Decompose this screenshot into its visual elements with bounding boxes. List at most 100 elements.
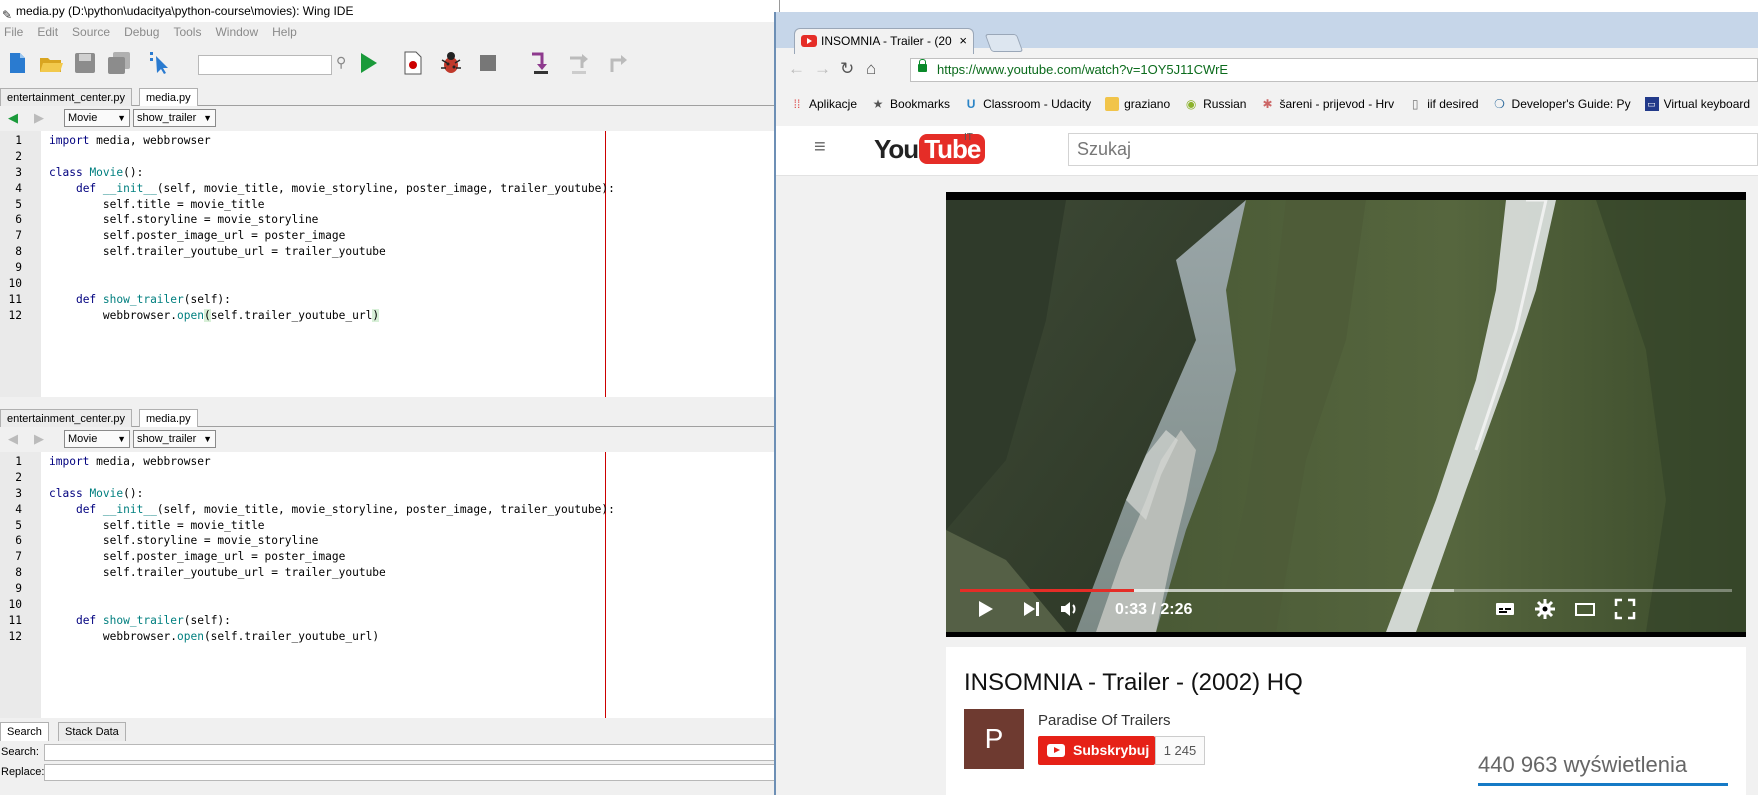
menu-source[interactable]: Source <box>72 22 110 42</box>
channel-name[interactable]: Paradise Of Trailers <box>1038 712 1171 729</box>
tab-search[interactable]: Search <box>0 722 49 741</box>
open-folder-icon[interactable] <box>38 50 64 76</box>
tab-entertainment-center[interactable]: entertainment_center.py <box>0 88 133 107</box>
code-editor-1[interactable]: 1 import media, webbrowser 2 3 class Movie… <box>0 131 779 397</box>
line-number: 9 <box>15 582 22 596</box>
code-text: webbrowser.open(self.trailer_youtube_url… <box>49 308 380 322</box>
search-icon[interactable]: ⚲ <box>336 54 346 71</box>
save-all-icon[interactable] <box>106 50 132 76</box>
nav-forward-icon[interactable]: ▶ <box>34 110 44 126</box>
theater-mode-icon[interactable] <box>1574 598 1596 620</box>
channel-avatar[interactable]: P <box>964 709 1024 769</box>
circle-site-icon: ◉ <box>1185 97 1197 111</box>
youtube-favicon-icon <box>801 35 817 47</box>
bookmark-sareni[interactable]: ✱ šareni - prijevod - Hrv <box>1260 97 1394 111</box>
tab-media-py[interactable]: media.py <box>139 409 198 428</box>
home-icon[interactable]: ⌂ <box>866 59 876 79</box>
line-number: 2 <box>15 149 22 163</box>
bookmark-russian[interactable]: ◉ Russian <box>1184 97 1247 111</box>
search-field[interactable] <box>44 744 779 761</box>
youtube-play-icon <box>1047 744 1065 757</box>
step-out-icon[interactable] <box>604 50 630 76</box>
nav-back-icon[interactable]: ◀ <box>8 110 18 126</box>
bookmark-label: Aplikacje <box>809 97 858 111</box>
bookmark-label: Bookmarks <box>890 97 951 111</box>
bookmark-label: Developer's Guide: Py <box>1511 97 1631 111</box>
bookmark-graziano[interactable]: graziano <box>1105 97 1170 111</box>
video-frame[interactable] <box>946 200 1746 632</box>
chrome-window: INSOMNIA - Trailer - (20 × ← → ↻ ⌂ https… <box>774 12 1758 795</box>
tab-stack-data[interactable]: Stack Data <box>58 722 126 741</box>
debug-bug-icon[interactable] <box>438 50 464 76</box>
bookmark-developers-guide[interactable]: ❍ Developer's Guide: Py <box>1493 97 1631 111</box>
code-text: self.storyline = movie_storyline <box>49 534 319 548</box>
code-text: class Movie(): <box>49 165 144 179</box>
nav-back-icon[interactable]: ◀ <box>8 431 18 447</box>
bookmark-iif-desired[interactable]: ▯ iif desired <box>1408 97 1479 111</box>
chrome-frame: INSOMNIA - Trailer - (20 × ← → ↻ ⌂ https… <box>776 12 1758 126</box>
code-text: self.title = movie_title <box>49 518 265 532</box>
play-icon[interactable] <box>974 598 996 620</box>
step-into-icon[interactable] <box>528 50 554 76</box>
reload-icon[interactable]: ↻ <box>840 59 854 79</box>
tab-media-py[interactable]: media.py <box>139 88 198 107</box>
method-dropdown[interactable]: show_trailer ▼ <box>133 109 216 127</box>
code-line: 8 self.trailer_youtube_url = trailer_you… <box>0 565 779 581</box>
progress-bar[interactable] <box>960 589 1732 592</box>
code-text: self.trailer_youtube_url = trailer_youtu… <box>49 245 386 259</box>
settings-gear-icon[interactable] <box>1534 598 1556 620</box>
address-bar[interactable]: https://www.youtube.com/watch?v=1OY5J11C… <box>910 58 1758 82</box>
translate-site-icon: ✱ <box>1262 97 1273 111</box>
forward-arrow-icon[interactable]: → <box>814 59 831 79</box>
pointer-search-icon[interactable] <box>148 50 174 76</box>
menu-debug[interactable]: Debug <box>124 22 159 42</box>
nav-forward-icon[interactable]: ▶ <box>34 431 44 447</box>
fullscreen-icon[interactable] <box>1614 598 1636 620</box>
record-icon[interactable] <box>400 50 426 76</box>
subtitles-icon[interactable] <box>1494 598 1516 620</box>
menu-window[interactable]: Window <box>215 22 258 42</box>
bookmark-aplikacje[interactable]: ⁞⁞ Aplikacje <box>790 97 857 111</box>
code-line: 1 import media, webbrowser <box>0 133 779 149</box>
python-site-icon: ❍ <box>1494 97 1505 111</box>
code-editor-2[interactable]: 1 import media, webbrowser 2 3 class Movie… <box>0 452 779 718</box>
bookmark-virtual-keyboard[interactable]: ▭ Virtual keyboard <box>1644 97 1750 111</box>
toolbar-search-input[interactable] <box>198 55 332 75</box>
subscribe-button[interactable]: Subskrybuj <box>1038 736 1155 765</box>
wing-window-title: media.py (D:\python\udacitya\python-cour… <box>16 4 354 18</box>
new-file-icon[interactable] <box>4 50 30 76</box>
class-dropdown[interactable]: Movie ▼ <box>64 109 130 127</box>
wing-ide-window: ✎ media.py (D:\python\udacitya\python-co… <box>0 0 780 795</box>
menu-edit[interactable]: Edit <box>37 22 58 42</box>
close-icon[interactable]: × <box>959 29 967 53</box>
replace-field[interactable] <box>44 764 779 781</box>
tab-entertainment-center[interactable]: entertainment_center.py <box>0 409 133 428</box>
bookmark-label: iif desired <box>1427 97 1479 111</box>
run-icon[interactable] <box>355 50 381 76</box>
browser-tab[interactable]: INSOMNIA - Trailer - (20 × <box>794 28 974 54</box>
next-icon[interactable] <box>1020 598 1042 620</box>
method-dropdown[interactable]: show_trailer ▼ <box>133 430 216 448</box>
code-text: import media, webbrowser <box>49 455 211 468</box>
code-line: 7 self.poster_image_url = poster_image <box>0 228 779 244</box>
region-code: IT <box>964 132 973 143</box>
menu-tools[interactable]: Tools <box>173 22 201 42</box>
hamburger-menu-icon[interactable]: ≡ <box>814 136 826 159</box>
youtube-search-input[interactable]: Szukaj <box>1068 133 1758 166</box>
bookmark-udacity[interactable]: U Classroom - Udacity <box>964 97 1091 111</box>
menu-file[interactable]: File <box>4 22 23 42</box>
line-number: 7 <box>15 550 22 564</box>
menu-help[interactable]: Help <box>272 22 297 42</box>
address-url: https://www.youtube.com/watch?v=1OY5J11C… <box>937 62 1229 77</box>
volume-icon[interactable] <box>1058 598 1080 620</box>
new-tab-button[interactable] <box>984 34 1024 52</box>
video-player[interactable]: 0:33 / 2:26 <box>946 192 1746 637</box>
back-arrow-icon[interactable]: ← <box>788 59 805 79</box>
save-icon[interactable] <box>72 50 98 76</box>
class-dropdown[interactable]: Movie ▼ <box>64 430 130 448</box>
bookmark-bookmarks[interactable]: ★ Bookmarks <box>871 97 950 111</box>
stop-icon[interactable] <box>475 50 501 76</box>
step-over-icon[interactable] <box>566 50 592 76</box>
youtube-page: ≡ You Tube IT Szukaj 0:33 / 2:26 INSOMNI… <box>776 126 1758 795</box>
pane-splitter[interactable] <box>0 397 779 407</box>
